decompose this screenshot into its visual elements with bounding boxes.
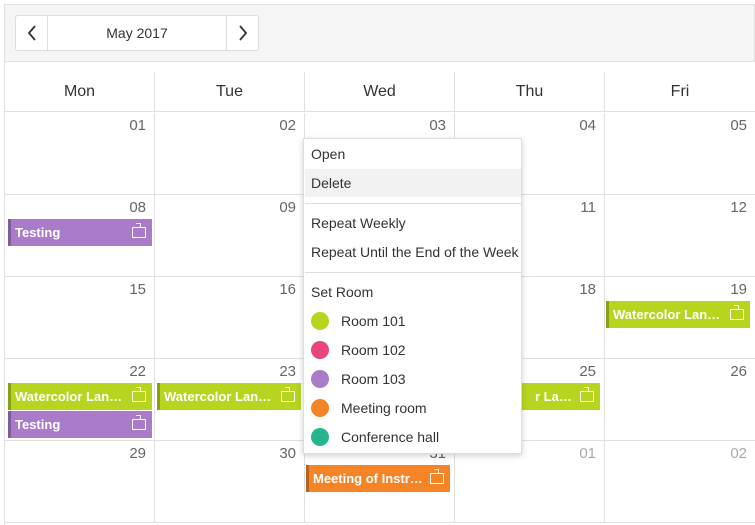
room-102-color-icon [311, 341, 329, 359]
date-number: 04 [579, 117, 596, 134]
weekday-header-cell: Thu [455, 72, 605, 112]
conference-hall-color-icon [311, 428, 329, 446]
date-cell[interactable]: 26 [605, 359, 755, 441]
appointment-watercolor[interactable]: Watercolor Lands... [157, 383, 301, 410]
date-number: 03 [429, 117, 446, 134]
date-number: 01 [129, 117, 146, 134]
previous-month-button[interactable] [16, 16, 48, 50]
recurrence-icon [430, 469, 444, 484]
weekday-header-cell: Fri [670, 83, 690, 100]
date-cell[interactable]: 02 [605, 441, 755, 523]
recurrence-icon [132, 223, 146, 238]
menu-item-repeat-weekly[interactable]: Repeat Weekly [305, 209, 521, 237]
appointment-watercolor[interactable]: Watercolor Lands... [8, 383, 152, 410]
recurrence-icon [580, 387, 594, 402]
appointment-label: Meeting of Instru... [313, 471, 426, 486]
room-label: Meeting room [341, 400, 427, 416]
date-cell[interactable]: 01 [5, 113, 155, 195]
recurrence-icon [730, 305, 744, 320]
room-label: Conference hall [341, 429, 440, 445]
date-cell[interactable]: 05 [605, 113, 755, 195]
date-number: 23 [279, 363, 296, 380]
weekday-header-cell: Tue [155, 72, 305, 112]
calendar-toolbar: May 2017 [4, 4, 755, 61]
room-label: Room 103 [341, 371, 406, 387]
appointment-testing[interactable]: Testing [8, 411, 152, 438]
room-101-color-icon [311, 312, 329, 330]
recurrence-icon [132, 387, 146, 402]
room-label: Room 101 [341, 313, 406, 329]
recurrence-icon [281, 387, 295, 402]
date-number: 22 [129, 363, 146, 380]
date-cell[interactable]: 02 [155, 113, 305, 195]
date-navigator: May 2017 [15, 15, 259, 51]
appointment-context-menu: Open Delete Repeat Weekly Repeat Until t… [303, 138, 522, 454]
appointment-label: Testing [15, 225, 61, 240]
room-103-color-icon [311, 370, 329, 388]
date-number: 08 [129, 199, 146, 216]
appointment-label: Watercolor Lands... [613, 307, 726, 322]
appointment-label: Watercolor Lands... [164, 389, 277, 404]
appointment-label: Watercolor Lands... [15, 389, 128, 404]
date-number: 29 [129, 445, 146, 462]
date-number: 30 [279, 445, 296, 462]
date-cell[interactable]: 12 [605, 195, 755, 277]
chevron-right-icon [238, 25, 247, 41]
weekday-header: Mon Tue Wed Thu Fri [5, 72, 755, 112]
menu-item-room-101[interactable]: Room 101 [305, 307, 521, 335]
month-caption[interactable]: May 2017 [48, 16, 226, 50]
date-number: 19 [730, 281, 747, 298]
appointment-testing[interactable]: Testing [8, 219, 152, 246]
date-cell[interactable]: 09 [155, 195, 305, 277]
date-number: 26 [730, 363, 747, 380]
date-number: 25 [579, 363, 596, 380]
chevron-left-icon [27, 25, 36, 41]
menu-item-meeting-room[interactable]: Meeting room [305, 394, 521, 422]
room-label: Room 102 [341, 342, 406, 358]
appointment-meeting[interactable]: Meeting of Instru... [306, 465, 450, 492]
appointment-label: Testing [15, 417, 61, 432]
menu-item-open[interactable]: Open [305, 140, 521, 168]
recurrence-icon [132, 415, 146, 430]
date-number: 15 [129, 281, 146, 298]
menu-item-delete[interactable]: Delete [305, 169, 521, 197]
date-number: 02 [279, 117, 296, 134]
date-number: 12 [730, 199, 747, 216]
date-number: 09 [279, 199, 296, 216]
date-number: 02 [730, 445, 747, 462]
next-month-button[interactable] [226, 16, 258, 50]
date-number: 11 [580, 199, 596, 216]
date-number: 05 [730, 117, 747, 134]
menu-item-room-103[interactable]: Room 103 [305, 365, 521, 393]
menu-item-repeat-until-end[interactable]: Repeat Until the End of the Week [305, 238, 521, 266]
menu-separator [305, 203, 521, 204]
menu-separator [305, 272, 521, 273]
menu-item-conference-hall[interactable]: Conference hall [305, 423, 521, 451]
date-number: 01 [579, 445, 596, 462]
date-cell[interactable]: 29 [5, 441, 155, 523]
appointment-watercolor[interactable]: Watercolor Lands... [606, 301, 750, 328]
date-cell[interactable]: 30 [155, 441, 305, 523]
date-cell[interactable]: 16 [155, 277, 305, 359]
date-number: 18 [579, 281, 596, 298]
weekday-header-cell: Wed [305, 72, 455, 112]
menu-item-room-102[interactable]: Room 102 [305, 336, 521, 364]
date-cell[interactable]: 15 [5, 277, 155, 359]
menu-item-set-room[interactable]: Set Room [305, 278, 521, 306]
date-number: 16 [279, 281, 296, 298]
meeting-room-color-icon [311, 399, 329, 417]
weekday-header-cell: Mon [5, 72, 155, 112]
